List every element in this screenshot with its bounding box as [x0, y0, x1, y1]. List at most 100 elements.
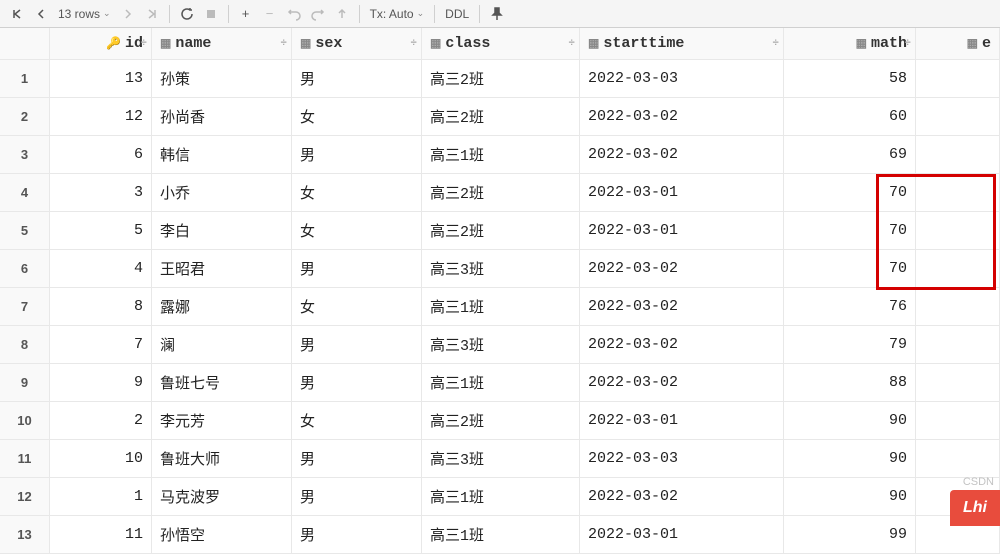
cell-trunc[interactable] [916, 402, 1000, 440]
last-page-button[interactable] [141, 3, 163, 25]
cell-id[interactable]: 12 [50, 98, 152, 136]
cell-name[interactable]: 王昭君 [152, 250, 292, 288]
col-header-math[interactable]: ▦ math ÷ [784, 28, 916, 60]
cell-starttime[interactable]: 2022-03-03 [580, 60, 784, 98]
cell-class[interactable]: 高三2班 [422, 402, 580, 440]
cell-name[interactable]: 孙尚香 [152, 98, 292, 136]
cell-id[interactable]: 10 [50, 440, 152, 478]
cell-name[interactable]: 孙悟空 [152, 516, 292, 554]
cell-sex[interactable]: 男 [292, 440, 422, 478]
cell-id[interactable]: 9 [50, 364, 152, 402]
cell-math[interactable]: 99 [784, 516, 916, 554]
cell-class[interactable]: 高三1班 [422, 478, 580, 516]
cell-trunc[interactable] [916, 60, 1000, 98]
col-header-id[interactable]: 🔑 id ÷ [50, 28, 152, 60]
cell-name[interactable]: 孙策 [152, 60, 292, 98]
cell-starttime[interactable]: 2022-03-02 [580, 288, 784, 326]
cell-sex[interactable]: 男 [292, 478, 422, 516]
cell-sex[interactable]: 男 [292, 250, 422, 288]
cell-id[interactable]: 5 [50, 212, 152, 250]
cell-sex[interactable]: 男 [292, 364, 422, 402]
col-header-class[interactable]: ▦ class ÷ [422, 28, 580, 60]
cell-id[interactable]: 6 [50, 136, 152, 174]
tx-mode[interactable]: Tx: Auto ⌄ [366, 7, 429, 21]
cell-starttime[interactable]: 2022-03-01 [580, 174, 784, 212]
cell-math[interactable]: 60 [784, 98, 916, 136]
cell-starttime[interactable]: 2022-03-01 [580, 516, 784, 554]
cell-name[interactable]: 马克波罗 [152, 478, 292, 516]
cell-id[interactable]: 7 [50, 326, 152, 364]
cell-class[interactable]: 高三2班 [422, 98, 580, 136]
cell-sex[interactable]: 男 [292, 136, 422, 174]
cell-id[interactable]: 11 [50, 516, 152, 554]
cell-math[interactable]: 76 [784, 288, 916, 326]
refresh-button[interactable] [176, 3, 198, 25]
col-header-starttime[interactable]: ▦ starttime ÷ [580, 28, 784, 60]
cell-trunc[interactable] [916, 174, 1000, 212]
prev-page-button[interactable] [30, 3, 52, 25]
add-row-button[interactable]: + [235, 3, 257, 25]
rows-count[interactable]: 13 rows ⌄ [54, 7, 115, 21]
cell-class[interactable]: 高三1班 [422, 288, 580, 326]
cell-sex[interactable]: 男 [292, 326, 422, 364]
cell-class[interactable]: 高三2班 [422, 174, 580, 212]
cell-trunc[interactable] [916, 440, 1000, 478]
redo-button[interactable] [307, 3, 329, 25]
cell-math[interactable]: 90 [784, 440, 916, 478]
stop-button[interactable] [200, 3, 222, 25]
cell-math[interactable]: 69 [784, 136, 916, 174]
cell-math[interactable]: 58 [784, 60, 916, 98]
cell-sex[interactable]: 男 [292, 60, 422, 98]
cell-name[interactable]: 鲁班大师 [152, 440, 292, 478]
next-page-button[interactable] [117, 3, 139, 25]
cell-id[interactable]: 13 [50, 60, 152, 98]
cell-sex[interactable]: 女 [292, 402, 422, 440]
cell-starttime[interactable]: 2022-03-02 [580, 326, 784, 364]
cell-id[interactable]: 1 [50, 478, 152, 516]
cell-name[interactable]: 鲁班七号 [152, 364, 292, 402]
cell-starttime[interactable]: 2022-03-02 [580, 250, 784, 288]
commit-button[interactable] [331, 3, 353, 25]
cell-class[interactable]: 高三2班 [422, 212, 580, 250]
cell-id[interactable]: 4 [50, 250, 152, 288]
cell-starttime[interactable]: 2022-03-01 [580, 212, 784, 250]
cell-class[interactable]: 高三3班 [422, 326, 580, 364]
cell-trunc[interactable] [916, 212, 1000, 250]
cell-starttime[interactable]: 2022-03-02 [580, 136, 784, 174]
cell-math[interactable]: 70 [784, 212, 916, 250]
cell-starttime[interactable]: 2022-03-03 [580, 440, 784, 478]
remove-row-button[interactable]: − [259, 3, 281, 25]
cell-trunc[interactable] [916, 136, 1000, 174]
first-page-button[interactable] [6, 3, 28, 25]
cell-trunc[interactable] [916, 288, 1000, 326]
cell-class[interactable]: 高三1班 [422, 136, 580, 174]
cell-math[interactable]: 88 [784, 364, 916, 402]
cell-math[interactable]: 70 [784, 250, 916, 288]
cell-starttime[interactable]: 2022-03-02 [580, 478, 784, 516]
col-header-sex[interactable]: ▦ sex ÷ [292, 28, 422, 60]
cell-starttime[interactable]: 2022-03-02 [580, 364, 784, 402]
cell-trunc[interactable] [916, 98, 1000, 136]
cell-trunc[interactable] [916, 364, 1000, 402]
cell-name[interactable]: 露娜 [152, 288, 292, 326]
cell-name[interactable]: 韩信 [152, 136, 292, 174]
undo-button[interactable] [283, 3, 305, 25]
cell-sex[interactable]: 男 [292, 516, 422, 554]
cell-math[interactable]: 90 [784, 402, 916, 440]
cell-math[interactable]: 90 [784, 478, 916, 516]
cell-name[interactable]: 小乔 [152, 174, 292, 212]
cell-name[interactable]: 澜 [152, 326, 292, 364]
cell-math[interactable]: 70 [784, 174, 916, 212]
cell-class[interactable]: 高三3班 [422, 440, 580, 478]
cell-class[interactable]: 高三2班 [422, 60, 580, 98]
cell-sex[interactable]: 女 [292, 288, 422, 326]
cell-sex[interactable]: 女 [292, 174, 422, 212]
cell-name[interactable]: 李白 [152, 212, 292, 250]
cell-class[interactable]: 高三3班 [422, 250, 580, 288]
col-header-truncated[interactable]: ▦ e [916, 28, 1000, 60]
cell-trunc[interactable] [916, 326, 1000, 364]
cell-sex[interactable]: 女 [292, 212, 422, 250]
cell-math[interactable]: 79 [784, 326, 916, 364]
cell-name[interactable]: 李元芳 [152, 402, 292, 440]
cell-trunc[interactable] [916, 250, 1000, 288]
